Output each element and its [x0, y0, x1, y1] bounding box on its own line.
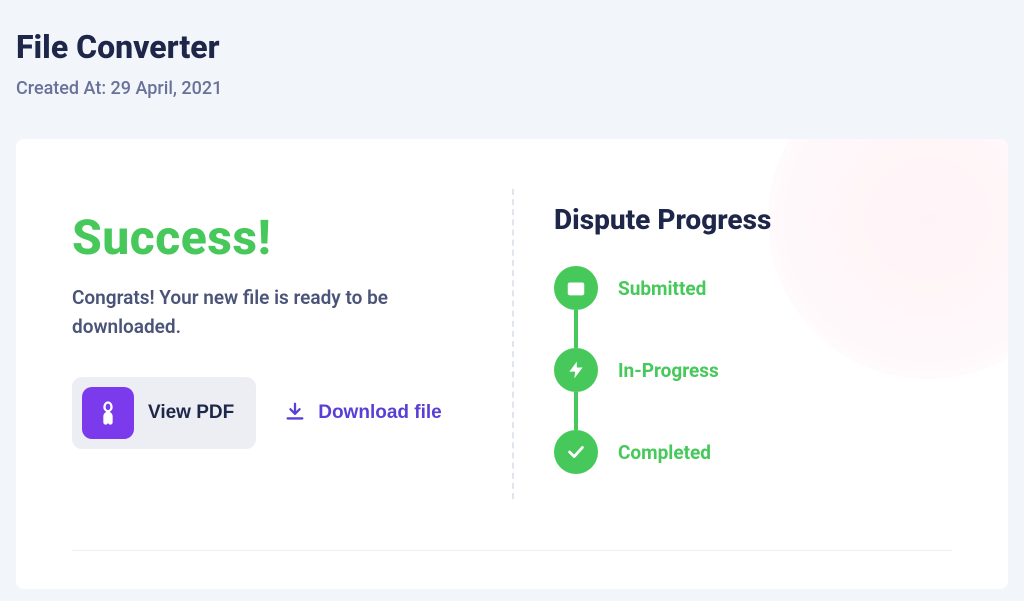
progress-step-submitted: Submitted [554, 266, 952, 310]
page-header: File Converter Created At: 29 April, 202… [0, 0, 1024, 119]
step-connector [574, 392, 578, 430]
progress-step-in-progress: In-Progress [554, 348, 952, 392]
view-pdf-button[interactable]: View PDF [72, 377, 256, 449]
pdf-icon [82, 387, 134, 439]
step-label: Submitted [618, 277, 706, 300]
main-card: Success! Congrats! Your new file is read… [16, 139, 1008, 589]
success-title: Success! [72, 209, 472, 266]
progress-steps: Submitted In-Progress [554, 266, 952, 474]
view-pdf-label: View PDF [148, 402, 234, 424]
action-buttons: View PDF Download file [72, 377, 472, 449]
step-label: In-Progress [618, 359, 719, 382]
page-title: File Converter [16, 28, 1008, 66]
success-section: Success! Congrats! Your new file is read… [72, 209, 512, 499]
card-content: Success! Congrats! Your new file is read… [72, 209, 952, 499]
download-icon [284, 401, 306, 426]
completed-icon [554, 430, 598, 474]
success-message: Congrats! Your new file is ready to be d… [72, 284, 472, 341]
progress-section: Dispute Progress Submitted [514, 209, 952, 499]
step-label: Completed [618, 441, 711, 464]
step-connector [574, 310, 578, 348]
created-at-text: Created At: 29 April, 2021 [16, 78, 1008, 99]
download-file-button[interactable]: Download file [276, 391, 450, 436]
bottom-divider [72, 550, 952, 551]
in-progress-icon [554, 348, 598, 392]
progress-step-completed: Completed [554, 430, 952, 474]
download-file-label: Download file [318, 402, 442, 424]
submitted-icon [554, 266, 598, 310]
progress-title: Dispute Progress [554, 203, 952, 236]
